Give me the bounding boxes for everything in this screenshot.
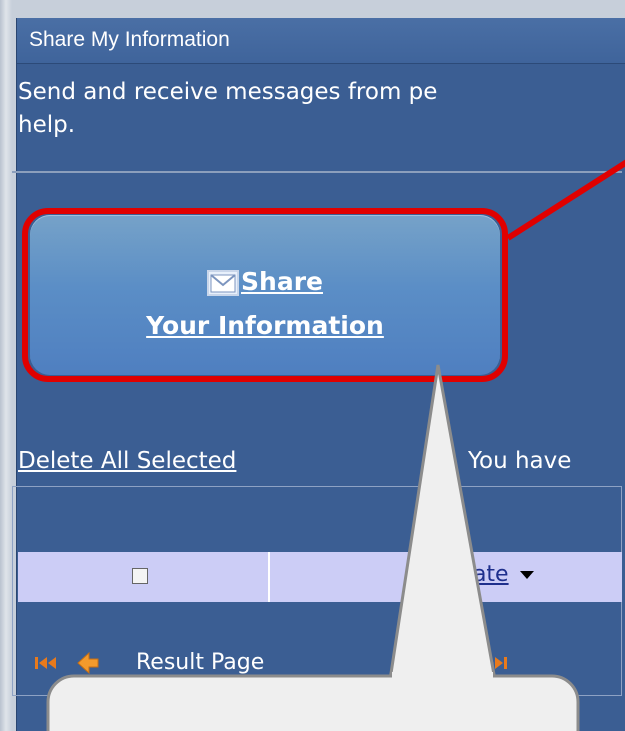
divider	[12, 171, 622, 173]
title-bar: Share My Information	[17, 18, 625, 64]
description-line-2: help.	[18, 112, 76, 138]
first-page-icon[interactable]	[34, 654, 60, 672]
grid-header-row: Date	[18, 552, 622, 602]
select-all-checkbox[interactable]	[132, 568, 148, 584]
sort-descending-icon	[520, 571, 534, 579]
next-page-icon[interactable]	[482, 654, 508, 672]
description-text: Send and receive messages from pe help.	[18, 76, 625, 142]
previous-page-icon[interactable]	[76, 650, 100, 676]
date-column-sort-link[interactable]: Date	[456, 562, 509, 587]
highlight-outline	[22, 208, 508, 382]
message-count-text: You have	[468, 448, 572, 474]
description-line-1: Send and receive messages from pe	[18, 79, 438, 105]
header-cell-select	[18, 552, 270, 602]
result-page-label: Result Page	[136, 650, 265, 675]
window-title: Share My Information	[29, 28, 230, 51]
delete-all-selected-link[interactable]: Delete All Selected	[18, 448, 236, 474]
